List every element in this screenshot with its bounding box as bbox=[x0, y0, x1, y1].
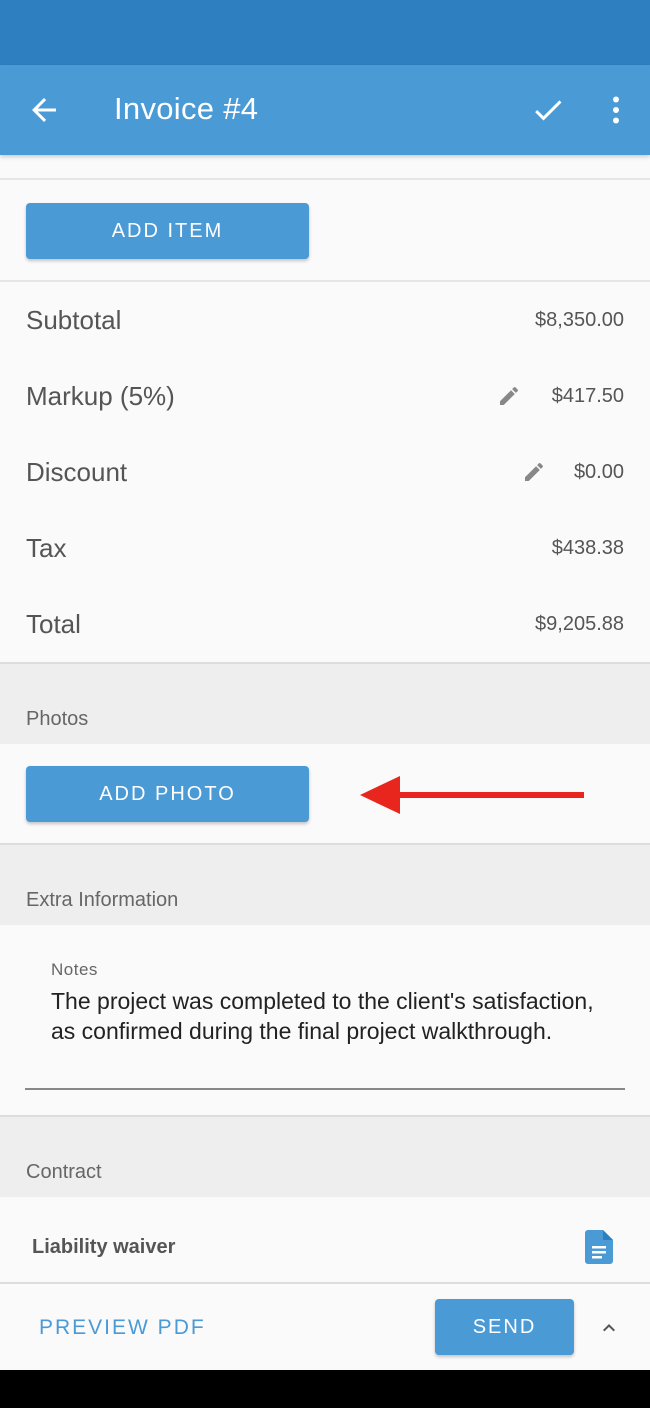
divider bbox=[0, 178, 650, 180]
notes-field[interactable]: The project was completed to the client'… bbox=[51, 986, 611, 1046]
total-label: Total bbox=[26, 609, 81, 639]
subtotal-row: Subtotal $8,350.00 bbox=[0, 282, 650, 358]
page-title: Invoice #4 bbox=[114, 91, 259, 126]
contract-section-header: Contract bbox=[0, 1115, 650, 1197]
discount-row[interactable]: Discount $0.00 bbox=[0, 434, 650, 510]
subtotal-value: $8,350.00 bbox=[535, 309, 624, 331]
check-icon[interactable] bbox=[530, 92, 566, 128]
photos-section-label: Photos bbox=[26, 708, 89, 730]
markup-value: $417.50 bbox=[551, 385, 624, 407]
tax-label: Tax bbox=[26, 533, 67, 563]
extra-info-section-header: Extra Information bbox=[0, 843, 650, 925]
notes-label: Notes bbox=[51, 960, 98, 979]
chevron-up-icon[interactable] bbox=[596, 1316, 622, 1340]
app-bar: Invoice #4 bbox=[0, 65, 650, 155]
arrow-back-icon[interactable] bbox=[26, 92, 62, 128]
total-row: Total $9,205.88 bbox=[0, 586, 650, 662]
discount-label: Discount bbox=[26, 457, 128, 487]
edit-pencil-icon[interactable] bbox=[522, 460, 546, 484]
contract-section-label: Contract bbox=[26, 1161, 102, 1183]
red-arrow-annotation bbox=[360, 776, 584, 814]
markup-row[interactable]: Markup (5%) $417.50 bbox=[0, 358, 650, 434]
photos-section-header: Photos bbox=[0, 662, 650, 744]
liability-waiver-label[interactable]: Liability waiver bbox=[32, 1236, 175, 1259]
status-bar bbox=[0, 0, 650, 65]
preview-pdf-button[interactable]: PREVIEW PDF bbox=[39, 1316, 206, 1340]
add-item-button[interactable]: ADD ITEM bbox=[26, 203, 309, 259]
total-value: $9,205.88 bbox=[535, 613, 624, 635]
send-button[interactable]: SEND bbox=[435, 1299, 574, 1355]
extra-info-section-label: Extra Information bbox=[26, 889, 179, 911]
tax-value: $438.38 bbox=[551, 537, 624, 559]
tax-row: Tax $438.38 bbox=[0, 510, 650, 586]
subtotal-label: Subtotal bbox=[26, 305, 122, 335]
edit-pencil-icon[interactable] bbox=[497, 384, 521, 408]
add-photo-button[interactable]: ADD PHOTO bbox=[26, 766, 309, 822]
system-nav-bar bbox=[0, 1370, 650, 1408]
bottom-action-bar: PREVIEW PDF SEND bbox=[0, 1282, 650, 1370]
more-vertical-icon[interactable] bbox=[598, 92, 634, 128]
discount-value: $0.00 bbox=[573, 461, 624, 483]
notes-underline bbox=[25, 1088, 625, 1090]
document-icon[interactable] bbox=[585, 1230, 613, 1264]
markup-label: Markup (5%) bbox=[26, 381, 175, 411]
